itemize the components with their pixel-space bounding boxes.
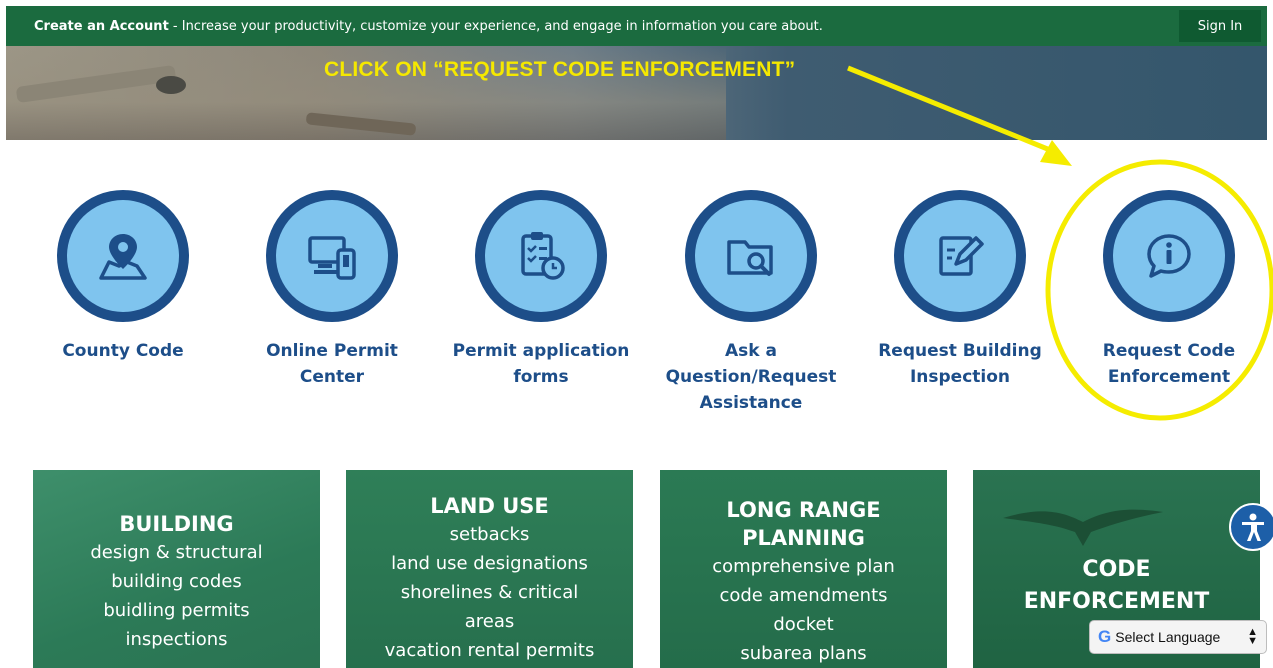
quick-link-circle: [57, 190, 189, 322]
tile-title: LAND USE: [430, 494, 549, 518]
hero-rock: [156, 76, 186, 94]
quick-link-inner: [695, 200, 807, 312]
quick-link-inner: [485, 200, 597, 312]
quick-link-circle: [266, 190, 398, 322]
language-select[interactable]: G Select Language ▲ ▼: [1089, 620, 1267, 654]
quick-link-label: Online Permit Center: [266, 341, 398, 387]
tile-line: setbacks: [449, 524, 530, 545]
tile-line: shorelines & critical: [400, 582, 579, 603]
account-banner: Create an Account - Increase your produc…: [6, 6, 1267, 46]
tile-line: subarea plans: [740, 643, 867, 664]
quick-link-label: Request Building Inspection: [878, 341, 1042, 387]
annotation-instruction: CLICK ON “REQUEST CODE ENFORCEMENT”: [324, 58, 796, 81]
tile-line: docket: [773, 614, 834, 635]
quick-link-permit-application-forms[interactable]: Permit application forms: [446, 190, 636, 390]
quick-link-inner: [904, 200, 1016, 312]
quick-link-online-permit-center[interactable]: Online Permit Center: [237, 190, 427, 390]
edit-document-icon: [939, 236, 984, 276]
tile-line: code amendments: [719, 585, 888, 606]
quick-link-county-code[interactable]: County Code: [28, 190, 218, 364]
quick-link-ask-a-question[interactable]: Ask a Question/Request Assistance: [656, 190, 846, 416]
tile-line: inspections: [125, 629, 228, 650]
tile-building[interactable]: BUILDING design & structural building co…: [33, 470, 320, 668]
quick-link-label: Permit application forms: [452, 341, 630, 387]
quick-link-circle: [475, 190, 607, 322]
tile-long-range-planning[interactable]: LONG RANGE PLANNING comprehensive plan c…: [660, 470, 947, 668]
tile-line: design & structural: [90, 542, 263, 563]
eagle-silhouette: [1003, 509, 1163, 546]
account-message-text: - Increase your productivity, customize …: [168, 18, 823, 34]
quick-link-inner: [1113, 200, 1225, 312]
devices-icon: [308, 236, 356, 280]
tile-line: comprehensive plan: [712, 556, 895, 577]
sign-in-button[interactable]: Sign In: [1179, 10, 1261, 42]
tile-line: land use designations: [391, 553, 588, 574]
tile-land-use[interactable]: LAND USE setbacks land use designations …: [346, 470, 633, 668]
map-pin-icon: [99, 234, 147, 280]
quick-link-circle: [1103, 190, 1235, 322]
quick-link-request-building-inspection[interactable]: Request Building Inspection: [865, 190, 1055, 390]
language-select-label: Select Language: [1115, 629, 1221, 645]
info-chat-icon: [1147, 234, 1191, 278]
quick-link-label: Ask a Question/Request Assistance: [665, 341, 837, 413]
accessibility-icon: [1242, 513, 1264, 541]
create-account-link[interactable]: Create an Account: [34, 19, 169, 34]
tile-line: vacation rental permits: [384, 640, 595, 661]
tile-line: building codes: [111, 571, 242, 592]
quick-link-request-code-enforcement[interactable]: Request Code Enforcement: [1074, 190, 1264, 390]
tile-title: BUILDING: [119, 512, 234, 536]
folder-search-icon: [727, 240, 773, 276]
quick-link-circle: [894, 190, 1026, 322]
hero-banner: CLICK ON “REQUEST CODE ENFORCEMENT”: [6, 46, 1267, 140]
tile-line: areas: [464, 611, 515, 632]
page: Create an Account - Increase your produc…: [0, 0, 1273, 668]
account-message: Create an Account - Increase your produc…: [34, 19, 823, 34]
tile-title: LONG RANGE: [726, 498, 881, 522]
accessibility-button[interactable]: [1229, 503, 1273, 551]
quick-link-inner: [276, 200, 388, 312]
quick-link-label: Request Code Enforcement: [1102, 341, 1236, 387]
annotation-arrowhead: [1040, 140, 1072, 166]
quick-link-circle: [685, 190, 817, 322]
quick-link-label: County Code: [62, 341, 184, 361]
tile-line: buidling permits: [103, 600, 250, 621]
google-icon: G: [1098, 627, 1112, 646]
select-arrows-icon: ▲ ▼: [1247, 626, 1258, 647]
tile-title: CODE: [1082, 557, 1151, 582]
clipboard-clock-icon: [521, 232, 565, 280]
quick-link-inner: [67, 200, 179, 312]
tile-title: PLANNING: [742, 526, 865, 550]
tile-title: ENFORCEMENT: [1023, 589, 1210, 614]
